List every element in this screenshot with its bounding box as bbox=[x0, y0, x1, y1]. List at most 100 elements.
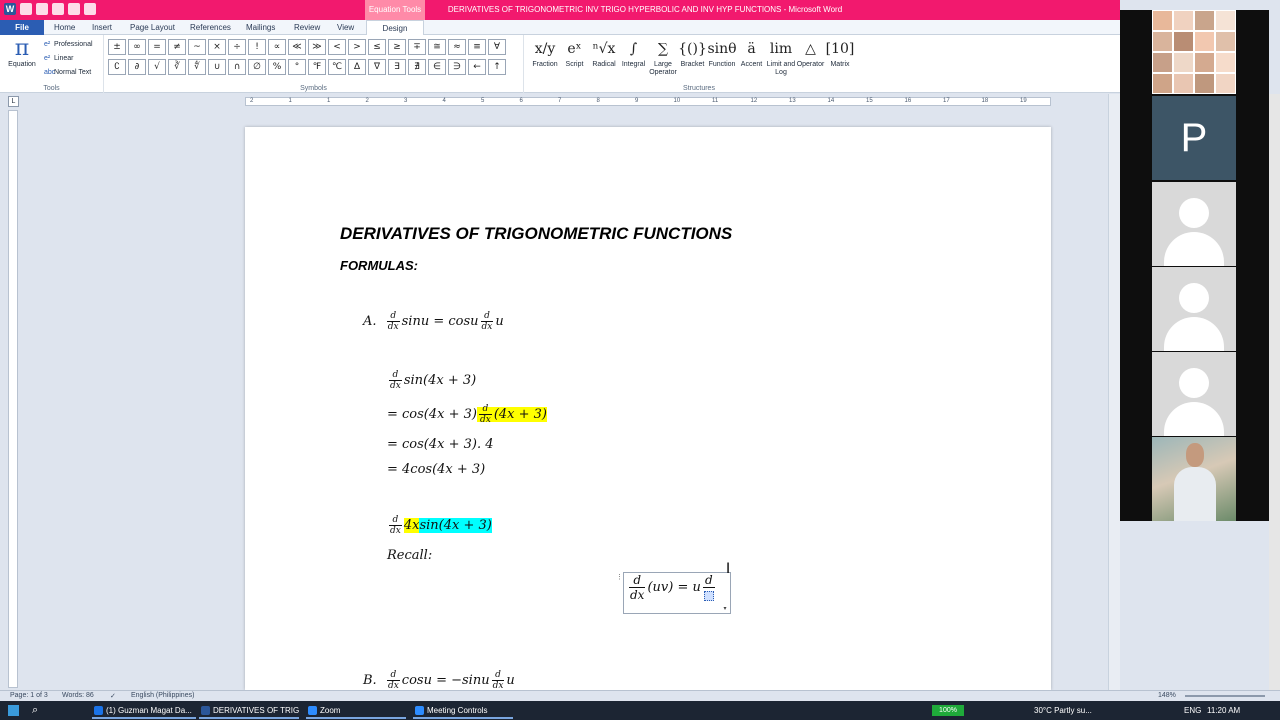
structure-button-large-operator[interactable]: ∑ Large Operator bbox=[648, 37, 678, 77]
ruler-bar[interactable]: 2 1 1 2 3 4 5 6 7 8 9 10 11 12 13 14 15 16 17 18 19 bbox=[245, 97, 1051, 106]
symbol-button[interactable]: ≪ bbox=[288, 39, 306, 55]
taskbar-app-word[interactable]: DERIVATIVES OF TRIG... bbox=[199, 702, 299, 719]
symbol-button[interactable]: ≤ bbox=[368, 39, 386, 55]
symbol-button[interactable]: ∝ bbox=[268, 39, 286, 55]
document-page[interactable]: DERIVATIVES OF TRIGONOMETRIC FUNCTIONS F… bbox=[245, 127, 1051, 690]
tab-selector[interactable]: L bbox=[8, 96, 19, 107]
structure-button-fraction[interactable]: x/y Fraction bbox=[530, 37, 560, 69]
structure-button-accent[interactable]: ä Accent bbox=[737, 37, 767, 69]
equation-placeholder[interactable] bbox=[703, 590, 714, 601]
weather-widget[interactable]: 30°C Partly su... bbox=[1034, 701, 1092, 720]
tab-page-layout[interactable]: Page Layout bbox=[130, 20, 175, 35]
tab-view[interactable]: View bbox=[337, 20, 354, 35]
symbol-button[interactable]: ℃ bbox=[328, 59, 346, 75]
search-icon[interactable]: ⌕ bbox=[32, 704, 38, 716]
symbol-button[interactable]: ∇ bbox=[368, 59, 386, 75]
tab-home[interactable]: Home bbox=[54, 20, 75, 35]
participant-tile-video[interactable] bbox=[1152, 437, 1236, 521]
symbol-button[interactable]: ! bbox=[248, 39, 266, 55]
clock[interactable]: 11:20 AM bbox=[1207, 701, 1240, 720]
symbol-button[interactable]: √ bbox=[148, 59, 166, 75]
save-icon[interactable] bbox=[20, 3, 32, 15]
symbol-button[interactable]: ∃ bbox=[388, 59, 406, 75]
equation-options-dropdown-icon[interactable]: ▾ bbox=[720, 605, 730, 613]
vertical-scrollbar[interactable] bbox=[1108, 94, 1120, 690]
participant-tile-collage[interactable] bbox=[1152, 10, 1236, 94]
symbol-button[interactable]: ↑ bbox=[488, 59, 506, 75]
word-count[interactable]: Words: 86 bbox=[62, 692, 94, 699]
symbol-button[interactable]: ≅ bbox=[428, 39, 446, 55]
symbol-button[interactable]: ∀ bbox=[488, 39, 506, 55]
symbol-button[interactable]: ≠ bbox=[168, 39, 186, 55]
equation-content[interactable]: d dx (uv) = ud bbox=[627, 573, 717, 602]
linear-option[interactable]: e² Linear bbox=[44, 52, 93, 66]
symbol-button[interactable]: ∁ bbox=[108, 59, 126, 75]
symbol-button[interactable]: ∄ bbox=[408, 59, 426, 75]
symbol-button[interactable]: ℉ bbox=[308, 59, 326, 75]
symbol-button[interactable]: ≫ bbox=[308, 39, 326, 55]
tab-design[interactable]: Design bbox=[366, 20, 424, 36]
symbol-button[interactable]: < bbox=[328, 39, 346, 55]
normal-text-option[interactable]: abcNormal Text bbox=[44, 66, 93, 80]
symbol-button[interactable]: ∅ bbox=[248, 59, 266, 75]
tab-file[interactable]: File bbox=[0, 20, 44, 35]
structure-button-function[interactable]: sinθ Function bbox=[707, 37, 737, 69]
zoom-slider[interactable] bbox=[1185, 695, 1265, 697]
structure-button-matrix[interactable]: [10] Matrix bbox=[825, 37, 855, 69]
proofing-icon[interactable]: ✓ bbox=[110, 692, 116, 700]
battery-indicator[interactable]: 100% bbox=[932, 705, 964, 716]
undo-icon[interactable] bbox=[36, 3, 48, 15]
active-equation-box[interactable]: ⋮ d dx (uv) = ud ▾ bbox=[616, 572, 731, 614]
taskbar-app-meeting-controls[interactable]: Meeting Controls bbox=[413, 702, 513, 719]
customize-qat-icon[interactable] bbox=[84, 3, 96, 15]
equation-button[interactable]: π Equation bbox=[4, 37, 40, 69]
language-indicator[interactable]: English (Philippines) bbox=[131, 692, 194, 699]
structure-button-bracket[interactable]: {()} Bracket bbox=[678, 37, 708, 69]
participant-tile-avatar[interactable] bbox=[1152, 352, 1236, 436]
symbol-button[interactable]: ± bbox=[108, 39, 126, 55]
tab-mailings[interactable]: Mailings bbox=[246, 20, 275, 35]
redo-icon[interactable] bbox=[52, 3, 64, 15]
symbol-button[interactable]: ≥ bbox=[388, 39, 406, 55]
start-button-icon[interactable] bbox=[8, 705, 19, 716]
participant-tile-initial[interactable]: P bbox=[1152, 96, 1236, 180]
symbol-button[interactable]: = bbox=[148, 39, 166, 55]
structure-button-operator[interactable]: △ Operator bbox=[796, 37, 826, 69]
structure-button-script[interactable]: eˣ Script bbox=[560, 37, 590, 69]
symbol-button[interactable]: ≡ bbox=[468, 39, 486, 55]
symbol-button[interactable]: ÷ bbox=[228, 39, 246, 55]
symbol-button[interactable]: ∪ bbox=[208, 59, 226, 75]
symbol-button[interactable]: ≈ bbox=[448, 39, 466, 55]
structure-button-limit-and-log[interactable]: lim Limit and Log bbox=[766, 37, 796, 77]
equation-handle-icon[interactable]: ⋮ bbox=[616, 573, 623, 583]
participant-tile-avatar[interactable] bbox=[1152, 182, 1236, 266]
professional-option[interactable]: e² Professional bbox=[44, 38, 93, 52]
symbol-button[interactable]: ∩ bbox=[228, 59, 246, 75]
taskbar-app-zoom[interactable]: Zoom bbox=[306, 702, 406, 719]
symbol-button[interactable]: ∞ bbox=[128, 39, 146, 55]
tab-references[interactable]: References bbox=[190, 20, 231, 35]
symbol-button[interactable]: ∂ bbox=[128, 59, 146, 75]
symbol-button[interactable]: ∆ bbox=[348, 59, 366, 75]
symbol-button[interactable]: × bbox=[208, 39, 226, 55]
print-icon[interactable] bbox=[68, 3, 80, 15]
structure-button-radical[interactable]: ⁿ√x Radical bbox=[589, 37, 619, 69]
symbol-button[interactable]: ∜ bbox=[188, 59, 206, 75]
zoom-level[interactable]: 148% bbox=[1158, 692, 1176, 699]
symbol-button[interactable]: ∈ bbox=[428, 59, 446, 75]
symbol-button[interactable]: ∋ bbox=[448, 59, 466, 75]
structure-button-integral[interactable]: ∫ Integral bbox=[619, 37, 649, 69]
symbol-button[interactable]: > bbox=[348, 39, 366, 55]
symbol-button[interactable]: ∓ bbox=[408, 39, 426, 55]
symbol-button[interactable]: ° bbox=[288, 59, 306, 75]
participant-tile-avatar[interactable] bbox=[1152, 267, 1236, 351]
input-language[interactable]: ENG bbox=[1184, 701, 1201, 720]
symbol-button[interactable]: % bbox=[268, 59, 286, 75]
taskbar-app-browser[interactable]: (1) Guzman Magat Da... bbox=[92, 702, 196, 719]
word-app-icon[interactable]: W bbox=[4, 3, 16, 15]
page-count[interactable]: Page: 1 of 3 bbox=[10, 692, 48, 699]
symbol-button[interactable]: ← bbox=[468, 59, 486, 75]
tab-review[interactable]: Review bbox=[294, 20, 320, 35]
symbol-button[interactable]: ~ bbox=[188, 39, 206, 55]
tab-insert[interactable]: Insert bbox=[92, 20, 112, 35]
